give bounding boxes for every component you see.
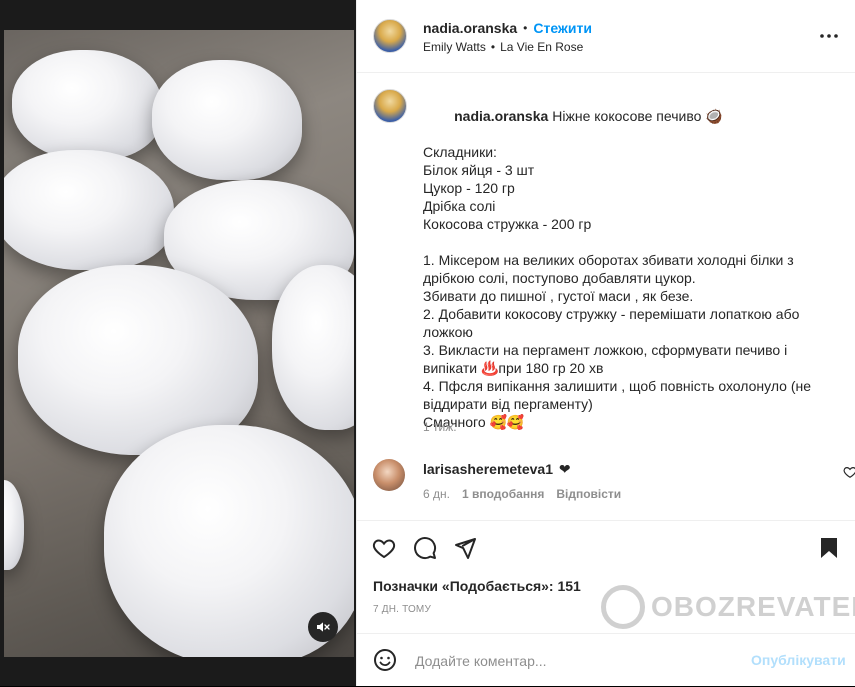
save-button[interactable] [816,535,842,561]
emoji-button[interactable] [372,647,398,673]
cookie-image-part [4,150,174,270]
post-modal: nadia.oranska • Стежити Emily Watts • La… [0,0,855,686]
share-icon [455,538,476,559]
more-options-button[interactable] [817,26,841,46]
post-date[interactable]: 7 ДН. ТОМУ [373,604,431,615]
comment-row: larisasheremeteva1 ❤ [423,461,571,478]
heart-icon [372,539,396,559]
author-username[interactable]: nadia.oranska [423,20,517,36]
follow-button[interactable]: Стежити [533,20,592,36]
audio-separator: • [490,40,496,54]
caption-username[interactable]: nadia.oranska [454,108,548,124]
cookie-image-part [4,480,24,570]
comment-text: ❤ [558,461,571,477]
post-header: nadia.oranska • Стежити Emily Watts • La… [357,0,855,73]
more-horizontal-icon [820,34,838,38]
video-frame[interactable] [4,30,354,657]
audio-info: Emily Watts • La Vie En Rose [423,40,583,54]
author-avatar[interactable] [373,19,407,53]
bookmark-icon [821,538,837,558]
caption-text: Ніжне кокосове печиво 🥥 Складники: Білок… [423,108,812,430]
emoji-icon [374,649,396,671]
cookie-image-part [152,60,302,180]
comments-scroll-area[interactable]: nadia.oranska Ніжне кокосове печиво 🥥 Скл… [357,73,855,520]
add-comment-bar: Опублікувати [357,633,855,687]
comment-input[interactable] [413,650,737,672]
comment-meta: 6 дн. 1 вподобання Відповісти [423,487,621,501]
mute-button[interactable] [308,612,338,642]
watermark-logo [601,585,645,629]
reply-button[interactable]: Відповісти [556,487,621,501]
post-media[interactable] [0,0,356,686]
watermark-text: OBOZREVATEL [651,591,855,622]
comment-like-button[interactable] [843,465,855,479]
caption-time[interactable]: 1 тиж. [423,420,457,434]
comment-item: larisasheremeteva1 ❤ 6 дн. 1 вподобання … [371,453,855,503]
cookie-image-part [272,265,354,430]
watermark: OBOZREVATEL [601,585,855,629]
dot-separator: • [523,21,528,35]
comment-time[interactable]: 6 дн. [423,487,450,501]
comment-likes[interactable]: 1 вподобання [462,487,544,501]
post-comment-button[interactable]: Опублікувати [751,652,846,668]
commenter-avatar[interactable] [373,459,405,491]
post-caption: nadia.oranska Ніжне кокосове печиво 🥥 Скл… [423,89,823,449]
muted-speaker-icon [317,622,330,632]
cookie-image-part [12,50,162,160]
share-button[interactable] [452,535,478,561]
heart-icon [843,467,855,478]
like-button[interactable] [371,535,397,561]
comment-icon [414,537,437,560]
commenter-username[interactable]: larisasheremeteva1 [423,461,553,477]
audio-track[interactable]: La Vie En Rose [500,40,583,54]
header-title-row: nadia.oranska • Стежити [423,20,592,36]
post-details-panel: nadia.oranska • Стежити Emily Watts • La… [356,0,855,686]
post-actions: Позначки «Подобається»: 151 7 ДН. ТОМУ O… [357,520,855,647]
likes-count[interactable]: Позначки «Подобається»: 151 [373,578,581,594]
comment-button[interactable] [412,535,438,561]
audio-artist[interactable]: Emily Watts [423,40,486,54]
caption-author-avatar[interactable] [373,89,407,123]
